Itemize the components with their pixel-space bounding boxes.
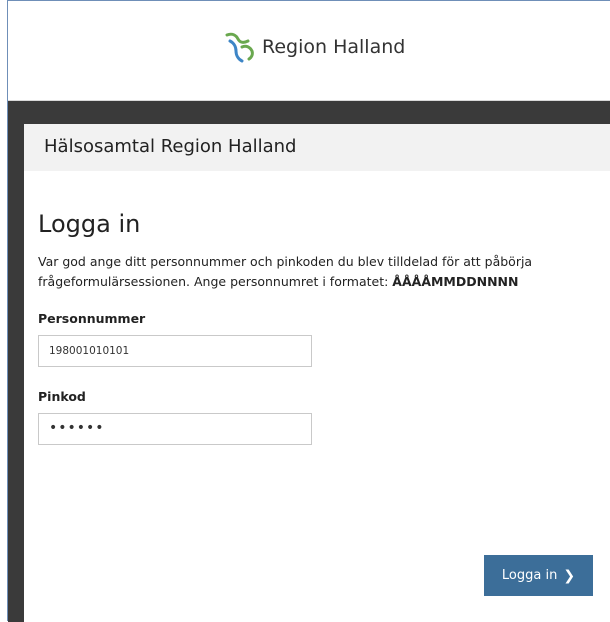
subheader: Hälsosamtal Region Halland: [24, 124, 610, 171]
page-title: Logga in: [38, 210, 141, 238]
region-halland-logo-icon: [225, 32, 254, 63]
pinkod-input[interactable]: ••••••: [38, 413, 312, 445]
pinkod-label: Pinkod: [38, 389, 86, 404]
login-button-label: Logga in: [501, 568, 558, 583]
region-halland-logo[interactable]: Region Halland: [222, 29, 405, 65]
personnummer-label: Personnummer: [38, 311, 146, 326]
login-panel: Hälsosamtal Region Halland Logga in Var …: [24, 124, 610, 622]
subheader-title: Hälsosamtal Region Halland: [44, 136, 297, 157]
logo-text: Region Halland: [262, 36, 406, 58]
browser-frame: Region Halland Hälsosamtal Region Hallan…: [7, 0, 610, 622]
instructions-format: ÅÅÅÅMMDDNNNN: [392, 274, 519, 289]
site-header: Region Halland: [8, 1, 610, 101]
login-button[interactable]: Logga in ❯: [484, 555, 593, 596]
chevron-right-icon: ❯: [563, 567, 576, 584]
personnummer-input[interactable]: 198001010101: [38, 335, 312, 367]
instructions-text: Var god ange ditt personnummer och pinko…: [38, 252, 598, 292]
